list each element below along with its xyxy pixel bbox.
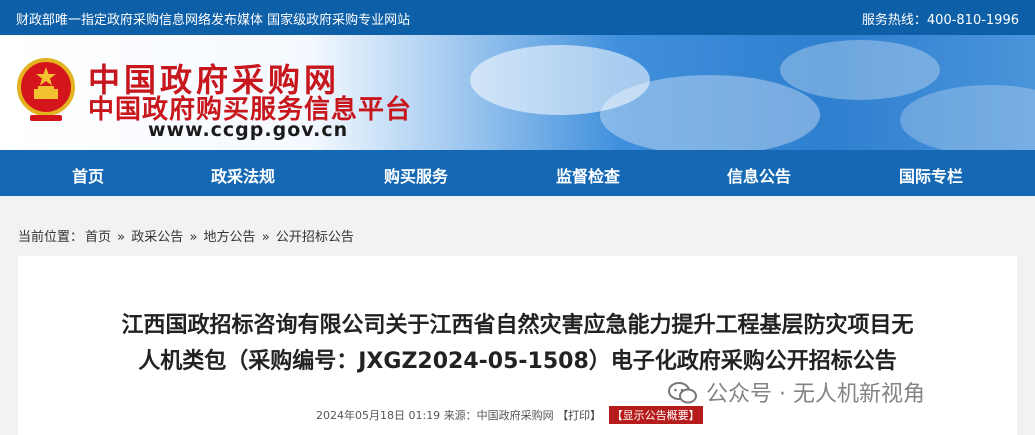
article-title-line: 人机类包（采购编号：JXGZ2024-05-1508）电子化政府采购公开招标公告 [138,349,897,374]
breadcrumb-tender[interactable]: 公开招标公告 [276,230,354,245]
nav-supervision[interactable]: 监督检查 [556,163,620,187]
cloud-decoration [600,75,820,150]
article-meta: 2024年05月18日 01:19 来源：中国政府采购网 【打印】 【显示公告概… [316,406,703,424]
breadcrumb-separator: » [261,230,270,245]
service-hotline: 服务热线：400-810-1996 [861,13,1019,28]
cloud-decoration [900,85,1035,150]
top-info-bar: 财政部唯一指定政府采购信息网络发布媒体 国家级政府采购专业网站 服务热线：400… [0,0,1035,35]
nav-announcements[interactable]: 信息公告 [727,163,791,187]
nav-international[interactable]: 国际专栏 [899,163,963,187]
national-emblem-icon [17,58,75,121]
nav-regulations[interactable]: 政采法规 [211,163,275,187]
main-nav: 首页 政采法规 购买服务 监督检查 信息公告 国际专栏 [0,150,1035,196]
breadcrumb-home[interactable]: 首页 [85,230,111,245]
breadcrumb: 当前位置： 首页 » 政采公告 » 地方公告 » 公开招标公告 [18,226,356,245]
top-slogan: 财政部唯一指定政府采购信息网络发布媒体 国家级政府采购专业网站 [16,13,411,28]
site-url: www.ccgp.gov.cn [148,119,349,141]
breadcrumb-notices[interactable]: 政采公告 [131,230,183,245]
publish-date: 2024年05月18日 01:19 [316,409,441,422]
article-title: 江西国政招标咨询有限公司关于江西省自然灾害应急能力提升工程基层防灾项目无 人机类… [40,308,995,380]
breadcrumb-separator: » [117,230,126,245]
breadcrumb-local[interactable]: 地方公告 [204,230,256,245]
site-banner: 中国政府采购网 中国政府购买服务信息平台 www.ccgp.gov.cn [0,35,1035,150]
wechat-icon [668,382,697,404]
breadcrumb-separator: » [189,230,198,245]
article-card: 江西国政招标咨询有限公司关于江西省自然灾害应急能力提升工程基层防灾项目无 人机类… [18,256,1017,435]
breadcrumb-prefix: 当前位置： [18,230,84,245]
watermark-text: 公众号 · 无人机新视角 [706,382,925,407]
article-title-line: 江西国政招标咨询有限公司关于江西省自然灾害应急能力提升工程基层防灾项目无 [121,313,914,338]
nav-purchase-services[interactable]: 购买服务 [384,163,448,187]
show-summary-button[interactable]: 【显示公告概要】 [608,406,703,424]
cloud-decoration [780,40,940,100]
article-source: 来源：中国政府采购网 [443,409,554,422]
print-link[interactable]: 【打印】 [557,409,601,422]
nav-home[interactable]: 首页 [72,163,104,187]
watermark: 公众号 · 无人机新视角 [668,376,925,408]
